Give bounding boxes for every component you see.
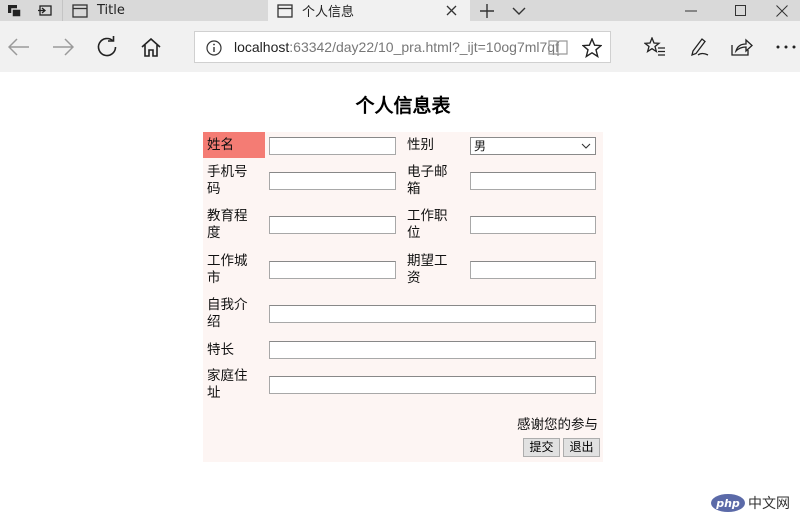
chevron-down-icon xyxy=(581,143,591,149)
page-title: 个人信息表 xyxy=(355,95,451,117)
education-label-line2: 度 xyxy=(207,225,221,241)
new-tab-icon[interactable] xyxy=(474,0,500,21)
star-icon[interactable] xyxy=(581,37,603,59)
reading-view-icon[interactable] xyxy=(548,38,568,58)
watermark-text: 中文网 xyxy=(748,496,790,512)
job-title-label: 工作职位 xyxy=(407,208,448,242)
education-label: 教育程度 xyxy=(207,208,248,242)
info-form: 姓名 性别 男 手机号码 电子邮箱 教育程度 工作职位 工作城市 期望工资 自我… xyxy=(203,132,603,462)
gender-label: 性别 xyxy=(407,137,434,153)
php-logo: php xyxy=(711,494,745,512)
email-input[interactable] xyxy=(470,172,596,190)
thanks-text: 感谢您的参与 xyxy=(517,417,598,433)
close-tab-icon[interactable] xyxy=(443,2,460,19)
job-title-input[interactable] xyxy=(470,216,596,234)
address-bar[interactable]: localhost:63342/day22/10_pra.html?_ijt=1… xyxy=(194,31,611,63)
skills-label: 特长 xyxy=(207,342,234,358)
watermark: php 中文网 xyxy=(711,491,799,515)
navigation-bar: localhost:63342/day22/10_pra.html?_ijt=1… xyxy=(0,21,800,72)
phone-input[interactable] xyxy=(269,172,396,190)
url-host: localhost xyxy=(234,39,290,55)
work-city-label-line2: 市 xyxy=(207,270,221,286)
email-label-line2: 箱 xyxy=(407,181,421,197)
refresh-icon[interactable] xyxy=(89,30,125,64)
gender-select[interactable]: 男 xyxy=(470,137,596,155)
pen-icon[interactable] xyxy=(681,30,717,64)
self-intro-input[interactable] xyxy=(269,305,596,323)
work-city-label-line1: 工作城 xyxy=(207,253,248,269)
home-address-label-line2: 址 xyxy=(207,385,221,401)
self-intro-label: 自我介绍 xyxy=(207,297,248,331)
home-address-input[interactable] xyxy=(269,376,596,394)
forward-icon[interactable] xyxy=(45,30,81,64)
self-intro-label-line2: 绍 xyxy=(207,314,221,330)
page-icon xyxy=(277,3,293,19)
salary-label-line1: 期望工 xyxy=(407,253,448,269)
job-title-label-line1: 工作职 xyxy=(407,208,448,224)
home-icon[interactable] xyxy=(133,30,169,64)
salary-label: 期望工资 xyxy=(407,253,448,287)
phone-label-line1: 手机号 xyxy=(207,164,248,180)
back-icon[interactable] xyxy=(1,30,37,64)
tab-actions-icon[interactable] xyxy=(0,0,30,21)
home-address-label: 家庭住址 xyxy=(207,368,248,402)
exit-button[interactable]: 退出 xyxy=(563,438,600,457)
submit-button[interactable]: 提交 xyxy=(523,438,560,457)
phone-label-line2: 码 xyxy=(207,181,221,197)
salary-label-line2: 资 xyxy=(407,270,421,286)
phone-label: 手机号码 xyxy=(207,164,248,198)
info-icon[interactable] xyxy=(205,39,223,57)
job-title-label-line2: 位 xyxy=(407,225,421,241)
tab-title[interactable]: Title xyxy=(62,0,268,21)
work-city-label: 工作城市 xyxy=(207,253,248,287)
education-label-line1: 教育程 xyxy=(207,208,248,224)
email-label: 电子邮箱 xyxy=(407,164,448,198)
tab-label: Title xyxy=(97,3,125,18)
email-label-line1: 电子邮 xyxy=(407,164,448,180)
tab-strip: Title 个人信息 xyxy=(0,0,800,21)
page-icon xyxy=(72,3,88,19)
set-aside-tabs-icon[interactable] xyxy=(30,0,60,21)
share-icon[interactable] xyxy=(724,30,760,64)
name-input[interactable] xyxy=(269,137,396,155)
minimize-icon[interactable] xyxy=(666,0,716,21)
more-icon[interactable] xyxy=(768,30,800,64)
gender-selected-value: 男 xyxy=(474,139,487,153)
name-label: 姓名 xyxy=(203,132,265,158)
chevron-down-icon[interactable] xyxy=(506,0,532,21)
salary-input[interactable] xyxy=(470,261,596,279)
tab-label: 个人信息 xyxy=(302,5,355,20)
close-window-icon[interactable] xyxy=(757,0,800,21)
url-path: :63342/day22/10_pra.html?_ijt=10og7ml7qf xyxy=(289,39,559,55)
education-input[interactable] xyxy=(269,216,396,234)
home-address-label-line1: 家庭住 xyxy=(207,368,248,384)
self-intro-label-line1: 自我介 xyxy=(207,297,248,313)
skills-input[interactable] xyxy=(269,341,596,359)
tab-personal-info[interactable]: 个人信息 xyxy=(268,0,470,21)
work-city-input[interactable] xyxy=(269,261,396,279)
url-text[interactable]: localhost:63342/day22/10_pra.html?_ijt=1… xyxy=(234,39,559,55)
favorites-icon[interactable] xyxy=(637,30,673,64)
page-content: 个人信息表 姓名 性别 男 手机号码 电子邮箱 教育程度 工作职位 工作城市 期… xyxy=(0,72,800,522)
